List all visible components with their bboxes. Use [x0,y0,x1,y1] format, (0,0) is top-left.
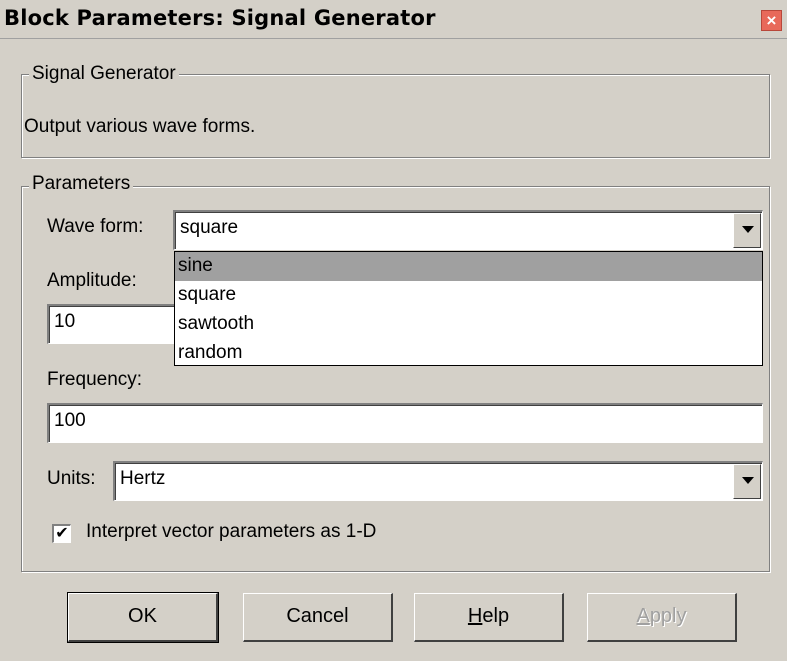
close-button[interactable]: × [761,10,782,31]
dropdown-option-sawtooth[interactable]: sawtooth [175,310,762,339]
help-mnemonic: H [467,605,483,627]
dropdown-option-square[interactable]: square [175,281,762,310]
help-button[interactable]: Help [414,593,564,642]
wave-form-dropdown-list: sine square sawtooth random [174,251,763,366]
chevron-down-icon[interactable] [733,213,761,248]
description-legend: Signal Generator [29,63,179,85]
chevron-down-icon[interactable] [733,464,761,499]
dropdown-option-random[interactable]: random [175,339,762,368]
frequency-value: 100 [54,410,86,431]
units-select[interactable]: Hertz [113,461,763,501]
amplitude-label: Amplitude: [47,270,137,291]
help-button-label: elp [482,605,510,627]
parameters-legend: Parameters [29,173,134,195]
ok-button[interactable]: OK [67,592,219,643]
wave-form-label: Wave form: [47,216,144,237]
cancel-button-label: Cancel [286,605,349,627]
check-icon: ✔ [55,525,69,542]
wave-form-value: square [180,217,239,238]
close-icon: × [766,11,777,30]
ok-button-label: OK [128,605,157,627]
title-bar[interactable]: Block Parameters: Signal Generator × [0,0,787,39]
apply-button-label: pply [649,605,687,627]
wave-form-select[interactable]: square [173,210,763,250]
dropdown-option-sine[interactable]: sine [175,252,762,281]
interpret-vector-label[interactable]: Interpret vector parameters as 1-D [86,521,376,543]
frequency-input[interactable]: 100 [47,403,763,443]
window-title: Block Parameters: Signal Generator [4,6,436,30]
frequency-label: Frequency: [47,369,143,390]
apply-mnemonic: A [636,605,650,627]
amplitude-value: 10 [54,311,76,332]
dialog-window: Block Parameters: Signal Generator × Sig… [0,0,787,661]
cancel-button[interactable]: Cancel [243,593,393,642]
description-text: Output various wave forms. [24,116,256,137]
interpret-vector-checkbox[interactable]: ✔ [52,524,71,543]
units-label: Units: [47,468,96,489]
apply-button[interactable]: Apply [587,593,737,642]
units-value: Hertz [120,468,166,489]
